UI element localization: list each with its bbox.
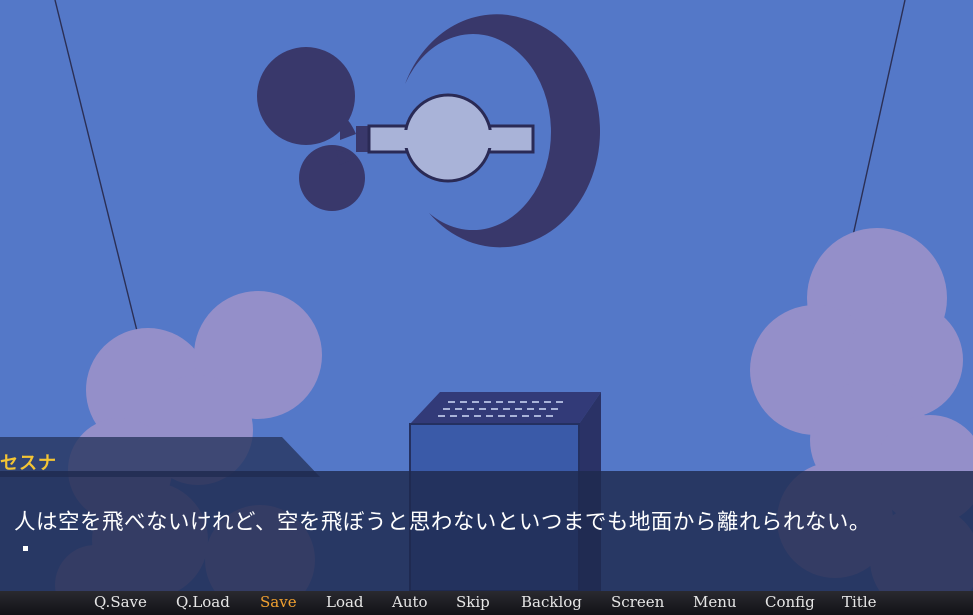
menu-button[interactable]: Menu bbox=[693, 593, 737, 611]
backlog-button[interactable]: Backlog bbox=[521, 593, 582, 611]
white-square-icon bbox=[23, 546, 28, 551]
skip-button[interactable]: Skip bbox=[456, 593, 490, 611]
auto-button[interactable]: Auto bbox=[392, 593, 428, 611]
title-button[interactable]: Title bbox=[842, 593, 877, 611]
quick-load-button[interactable]: Q.Load bbox=[176, 593, 230, 611]
dialogue-text: 人は空を飛べないけれど、空を飛ぼうと思わないといつまでも地面から離れられない。 bbox=[14, 510, 871, 535]
screen-button[interactable]: Screen bbox=[611, 593, 664, 611]
save-button[interactable]: Save bbox=[260, 593, 297, 611]
quick-save-button[interactable]: Q.Save bbox=[94, 593, 147, 611]
config-button[interactable]: Config bbox=[765, 593, 815, 611]
load-button[interactable]: Load bbox=[326, 593, 364, 611]
